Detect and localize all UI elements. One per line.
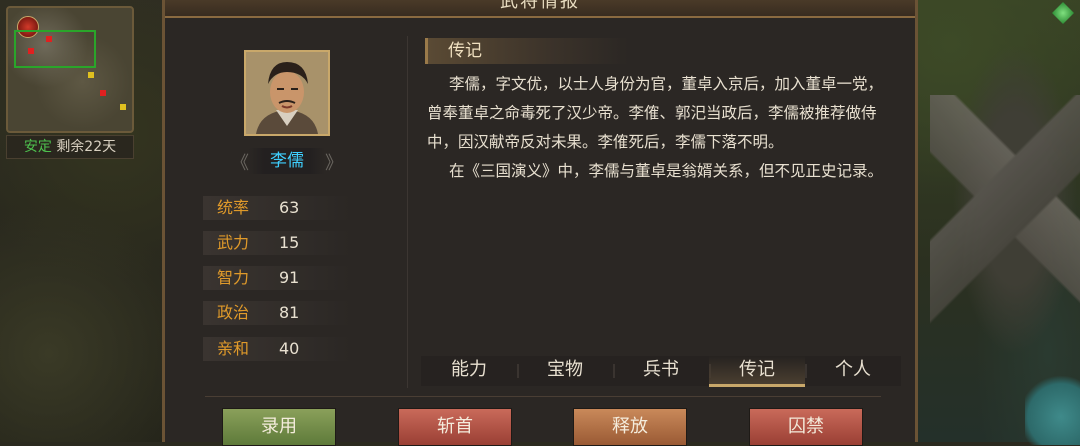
general-info-panel: 武将情报 《 李儒 》 统率 63 武力 15 智力 91 政治 81 亲和 4… xyxy=(162,0,918,446)
biography-text: 李儒，字文优，以士人身份为官，董卓入京后，加入董卓一党，曾奉董卓之命毒死了汉少帝… xyxy=(427,70,887,350)
tab-bar: 能力 宝物 兵书 传记 个人 xyxy=(421,356,901,387)
minimap-marker xyxy=(100,90,106,96)
recruit-button[interactable]: 录用 xyxy=(222,408,336,446)
tab-personal[interactable]: 个人 xyxy=(805,356,901,384)
minimap-marker xyxy=(88,72,94,78)
minimap[interactable] xyxy=(6,6,134,133)
portrait-image xyxy=(246,52,328,134)
mountain-terrain xyxy=(930,95,1080,355)
minimap-viewport xyxy=(14,30,96,68)
release-button[interactable]: 释放 xyxy=(573,408,687,446)
stat-value: 40 xyxy=(279,339,300,358)
tab-military-book[interactable]: 兵书 xyxy=(613,356,709,384)
stat-value: 91 xyxy=(279,268,300,287)
stat-row-intelligence: 智力 91 xyxy=(203,266,351,290)
tab-ability[interactable]: 能力 xyxy=(421,356,517,384)
stat-row-command: 统率 63 xyxy=(203,196,351,220)
tab-biography[interactable]: 传记 xyxy=(709,356,805,387)
biography-paragraph: 在《三国演义》中，李儒与董卓是翁婿关系，但不见正史记录。 xyxy=(449,162,884,180)
imprison-button[interactable]: 囚禁 xyxy=(749,408,863,446)
column-divider xyxy=(407,36,408,388)
stat-value: 15 xyxy=(279,233,300,252)
biography-header: 传记 xyxy=(425,38,628,64)
biography-title: 传记 xyxy=(448,41,482,61)
general-portrait xyxy=(244,50,330,136)
stat-label: 智力 xyxy=(217,268,250,287)
minimap-marker xyxy=(28,48,34,54)
stat-row-politics: 政治 81 xyxy=(203,301,351,325)
panel-header: 武将情报 xyxy=(165,0,915,18)
minimap-status: 安定 剩余22天 xyxy=(6,135,134,159)
biography-paragraph: 李儒，字文优，以士人身份为官，董卓入京后，加入董卓一党，曾奉董卓之命毒死了汉少帝… xyxy=(427,75,884,151)
minimap-marker xyxy=(120,104,126,110)
status-remaining: 剩余22天 xyxy=(56,139,117,155)
stat-label: 政治 xyxy=(217,303,250,322)
general-name-bar: 《 李儒 》 xyxy=(231,148,343,174)
stat-row-force: 武力 15 xyxy=(203,231,351,255)
stat-label: 亲和 xyxy=(217,339,250,358)
stat-value: 63 xyxy=(279,198,300,217)
action-divider xyxy=(205,396,881,397)
minimap-marker xyxy=(46,36,52,42)
status-label: 安定 xyxy=(23,139,52,155)
stat-row-affinity: 亲和 40 xyxy=(203,337,351,361)
stat-value: 81 xyxy=(279,303,300,322)
stat-label: 武力 xyxy=(217,233,250,252)
behead-button[interactable]: 斩首 xyxy=(398,408,512,446)
general-name: 李儒 xyxy=(249,148,325,174)
panel-title: 武将情报 xyxy=(500,0,580,12)
water-terrain xyxy=(1025,375,1080,445)
stat-label: 统率 xyxy=(217,198,250,217)
tab-treasure[interactable]: 宝物 xyxy=(517,356,613,384)
prev-general-arrow[interactable]: 《 xyxy=(231,149,249,175)
next-general-arrow[interactable]: 》 xyxy=(325,149,343,175)
